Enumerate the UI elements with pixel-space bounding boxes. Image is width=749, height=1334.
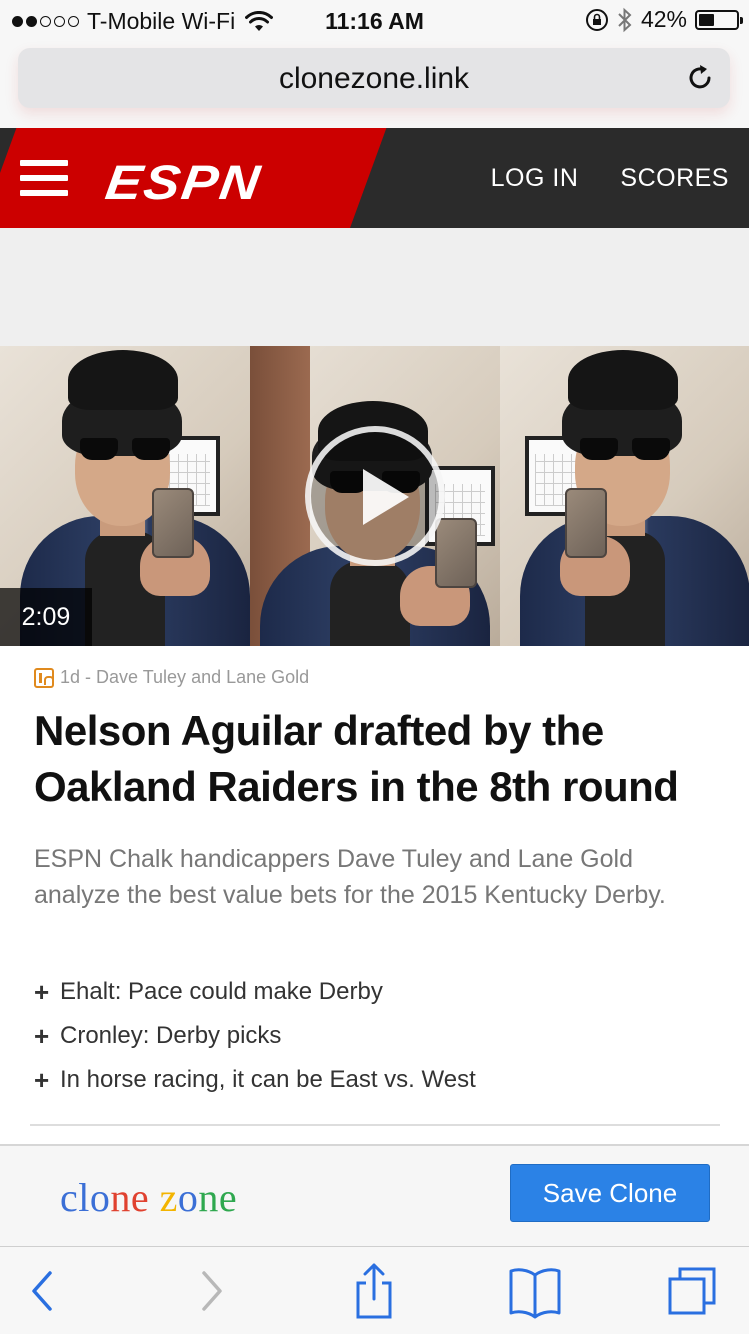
- plus-icon: +: [34, 976, 50, 1007]
- video-duration: 2:09: [0, 588, 92, 646]
- orientation-lock-icon: [585, 8, 608, 31]
- back-icon[interactable]: [14, 1261, 74, 1321]
- article-headline[interactable]: Nelson Aguilar drafted by the Oakland Ra…: [34, 703, 724, 815]
- espn-insider-icon: [34, 667, 54, 688]
- article-byline: 1d - Dave Tuley and Lane Gold: [60, 667, 310, 687]
- article-meta: 1d - Dave Tuley and Lane Gold: [34, 667, 309, 688]
- reload-icon[interactable]: [684, 62, 716, 94]
- bookmarks-icon[interactable]: [505, 1261, 565, 1321]
- wifi-icon: [245, 10, 274, 31]
- save-clone-button[interactable]: Save Clone: [510, 1164, 710, 1222]
- status-bar: T-Mobile Wi-Fi 11:16 AM 42%: [0, 0, 749, 40]
- related-link-label: Ehalt: Pace could make Derby: [60, 978, 383, 1005]
- plus-icon: +: [34, 1020, 50, 1051]
- battery-icon: [695, 9, 743, 30]
- video-frame: [500, 346, 749, 646]
- related-link[interactable]: + Cronley: Derby picks: [34, 1014, 476, 1058]
- related-link-label: In horse racing, it can be East vs. West: [60, 1066, 476, 1093]
- espn-logo[interactable]: ESPN: [102, 155, 265, 211]
- signal-strength-icon: [12, 16, 79, 27]
- article-summary: ESPN Chalk handicappers Dave Tuley and L…: [34, 845, 666, 909]
- scores-link[interactable]: SCORES: [620, 164, 729, 193]
- related-link[interactable]: + Ehalt: Pace could make Derby: [34, 970, 476, 1014]
- video-player[interactable]: 2:09: [0, 346, 749, 646]
- related-link[interactable]: + In horse racing, it can be East vs. We…: [34, 1058, 476, 1102]
- url-text[interactable]: clonezone.link: [18, 62, 730, 96]
- battery-percent: 42%: [640, 6, 687, 32]
- clone-zone-logo: clone zone: [60, 1175, 238, 1220]
- share-icon[interactable]: [344, 1261, 404, 1321]
- browser-chrome: clonezone.link: [0, 40, 749, 128]
- related-links: + Ehalt: Pace could make Derby + Cronley…: [34, 970, 476, 1102]
- header-nav: LOG IN SCORES: [491, 164, 729, 193]
- browser-toolbar: [0, 1246, 749, 1334]
- status-right: 42%: [585, 6, 743, 33]
- battery-fill: [699, 13, 714, 26]
- related-link-label: Cronley: Derby picks: [60, 1022, 282, 1049]
- espn-header: ESPN LOG IN SCORES: [0, 128, 749, 228]
- clone-zone-bar: clone zone Save Clone: [0, 1144, 749, 1246]
- carrier-name: T-Mobile Wi-Fi: [87, 8, 236, 34]
- forward-icon[interactable]: [180, 1261, 240, 1321]
- bluetooth-icon: [618, 7, 632, 32]
- ad-placeholder: [0, 228, 749, 346]
- menu-icon[interactable]: [20, 160, 68, 196]
- status-left: T-Mobile Wi-Fi: [12, 8, 274, 35]
- divider: [30, 1124, 720, 1126]
- login-link[interactable]: LOG IN: [491, 164, 579, 193]
- tabs-icon[interactable]: [664, 1261, 724, 1321]
- plus-icon: +: [34, 1064, 50, 1095]
- play-icon[interactable]: [305, 426, 445, 566]
- address-bar[interactable]: clonezone.link: [18, 48, 730, 108]
